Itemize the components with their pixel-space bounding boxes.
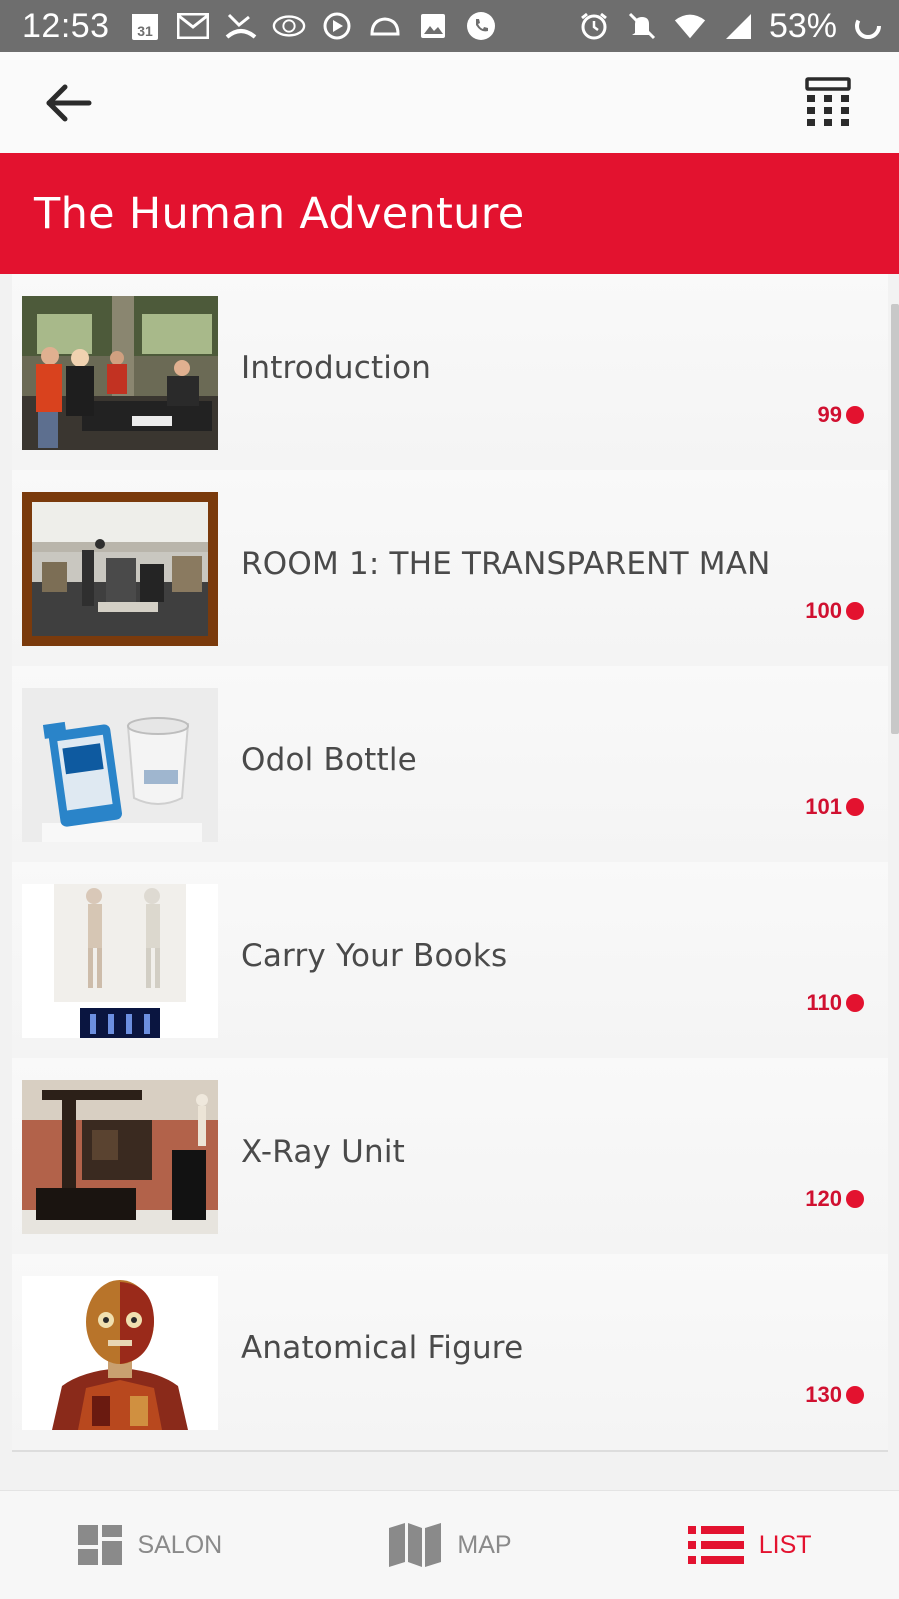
thumbnail-image xyxy=(22,1080,218,1234)
page-title: The Human Adventure xyxy=(34,188,525,239)
tab-label: LIST xyxy=(758,1530,812,1559)
wp-icon xyxy=(272,9,306,43)
keypad-icon xyxy=(805,77,851,126)
status-dot-icon xyxy=(846,798,864,816)
alarm-icon xyxy=(577,9,611,43)
calendar-icon: 31 xyxy=(128,9,162,43)
status-dot-icon xyxy=(846,602,864,620)
title-banner: The Human Adventure xyxy=(0,153,899,274)
signal-icon xyxy=(721,9,755,43)
list-item-odol-bottle[interactable]: Odol Bottle 101 xyxy=(12,666,888,864)
status-time: 12:53 xyxy=(22,6,110,45)
back-button[interactable] xyxy=(38,76,100,130)
missed-call-icon xyxy=(224,9,258,43)
tab-label: SALON xyxy=(137,1530,223,1559)
list-item-x-ray-unit[interactable]: X-Ray Unit 120 xyxy=(12,1058,888,1256)
stops-list[interactable]: Introduction 99 ROOM 1: THE TRANSPARENT … xyxy=(0,274,899,1490)
thumbnail-image xyxy=(22,1276,218,1430)
tab-list[interactable]: LIST xyxy=(599,1491,899,1599)
map-icon xyxy=(389,1523,442,1567)
scrollbar-thumb[interactable] xyxy=(891,304,899,734)
item-number: 101 xyxy=(805,794,842,819)
item-number: 99 xyxy=(817,402,842,427)
list-item-anatomical-figure[interactable]: Anatomical Figure 130 xyxy=(12,1254,888,1452)
tab-salon[interactable]: SALON xyxy=(0,1491,300,1599)
status-dot-icon xyxy=(846,406,864,424)
status-dot-icon xyxy=(846,994,864,1012)
item-title: X-Ray Unit xyxy=(241,1134,406,1170)
item-number: 100 xyxy=(805,598,842,623)
keypad-button[interactable] xyxy=(796,74,860,132)
battery-percent: 53% xyxy=(768,6,837,45)
arrow-left-icon xyxy=(46,84,92,122)
cloud-icon xyxy=(368,9,402,43)
list-item-room-1[interactable]: ROOM 1: THE TRANSPARENT MAN 100 xyxy=(12,470,888,668)
phone-icon xyxy=(464,9,498,43)
list-item-introduction[interactable]: Introduction 99 xyxy=(12,274,888,472)
grid-icon xyxy=(78,1525,123,1565)
status-bar: 12:53 31 53% xyxy=(0,0,899,52)
tab-map[interactable]: MAP xyxy=(300,1491,600,1599)
thumbnail-image xyxy=(22,492,218,646)
system-icons: 53% xyxy=(577,7,885,46)
notification-icons: 31 xyxy=(128,9,498,43)
thumbnail-image xyxy=(22,884,218,1038)
item-title: Anatomical Figure xyxy=(241,1330,524,1366)
status-dot-icon xyxy=(846,1386,864,1404)
list-item-carry-your-books[interactable]: Carry Your Books 110 xyxy=(12,862,888,1060)
calendar-day: 31 xyxy=(137,23,153,39)
mute-icon xyxy=(625,9,659,43)
item-title: Carry Your Books xyxy=(241,938,508,974)
app-bar xyxy=(0,52,899,153)
item-number: 120 xyxy=(805,1186,842,1211)
tab-label: MAP xyxy=(457,1530,512,1559)
item-title: Introduction xyxy=(241,350,432,386)
item-title: Odol Bottle xyxy=(241,742,417,778)
thumbnail-image xyxy=(22,296,218,450)
sync-icon xyxy=(320,9,354,43)
item-number: 110 xyxy=(806,990,843,1015)
thumbnail-image xyxy=(22,688,218,842)
gmail-icon xyxy=(176,9,210,43)
status-dot-icon xyxy=(846,1190,864,1208)
battery-icon xyxy=(851,9,885,43)
list-icon xyxy=(687,1526,744,1564)
item-number: 130 xyxy=(805,1382,842,1407)
item-title: ROOM 1: THE TRANSPARENT MAN xyxy=(241,546,771,582)
bottom-tab-bar: SALON MAP LIST xyxy=(0,1490,899,1599)
wifi-icon xyxy=(673,9,707,43)
image-icon xyxy=(416,9,450,43)
